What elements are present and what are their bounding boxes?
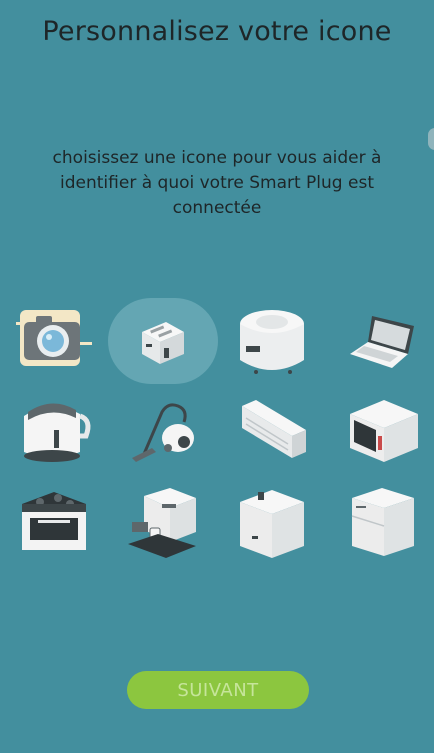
camera-icon (16, 310, 92, 366)
edge-scroll-handle (428, 128, 434, 150)
icon-option-water-heater[interactable] (218, 476, 328, 566)
rice-cooker-icon (240, 310, 304, 374)
laptop-icon (350, 316, 414, 368)
water-heater-icon (240, 490, 304, 558)
icon-option-camera[interactable] (0, 296, 110, 386)
icon-grid (0, 296, 434, 558)
icon-option-vacuum-cleaner[interactable] (108, 386, 218, 476)
coffee-machine-icon (128, 488, 196, 558)
icon-option-fridge[interactable] (328, 476, 434, 566)
fridge-icon (351, 488, 414, 556)
icon-option-rice-cooker[interactable] (218, 296, 328, 386)
toaster-icon (142, 322, 184, 364)
instructions-text: choisissez une icone pour vous aider à i… (52, 148, 382, 218)
icon-option-air-conditioner[interactable] (218, 386, 328, 476)
microwave-icon (350, 400, 418, 462)
icon-option-stove[interactable] (0, 476, 110, 566)
stove-icon (22, 492, 86, 550)
vacuum-cleaner-icon (132, 403, 194, 462)
kettle-icon (24, 403, 91, 462)
air-conditioner-icon (242, 400, 306, 458)
page-title: Personnalisez votre icone (42, 16, 392, 47)
next-button[interactable]: SUIVANT (127, 671, 309, 709)
icon-option-toaster[interactable] (108, 296, 218, 386)
icon-option-kettle[interactable] (0, 386, 110, 476)
icon-option-laptop[interactable] (328, 296, 434, 386)
icon-option-coffee-machine[interactable] (108, 476, 218, 566)
icon-option-microwave[interactable] (328, 386, 434, 476)
